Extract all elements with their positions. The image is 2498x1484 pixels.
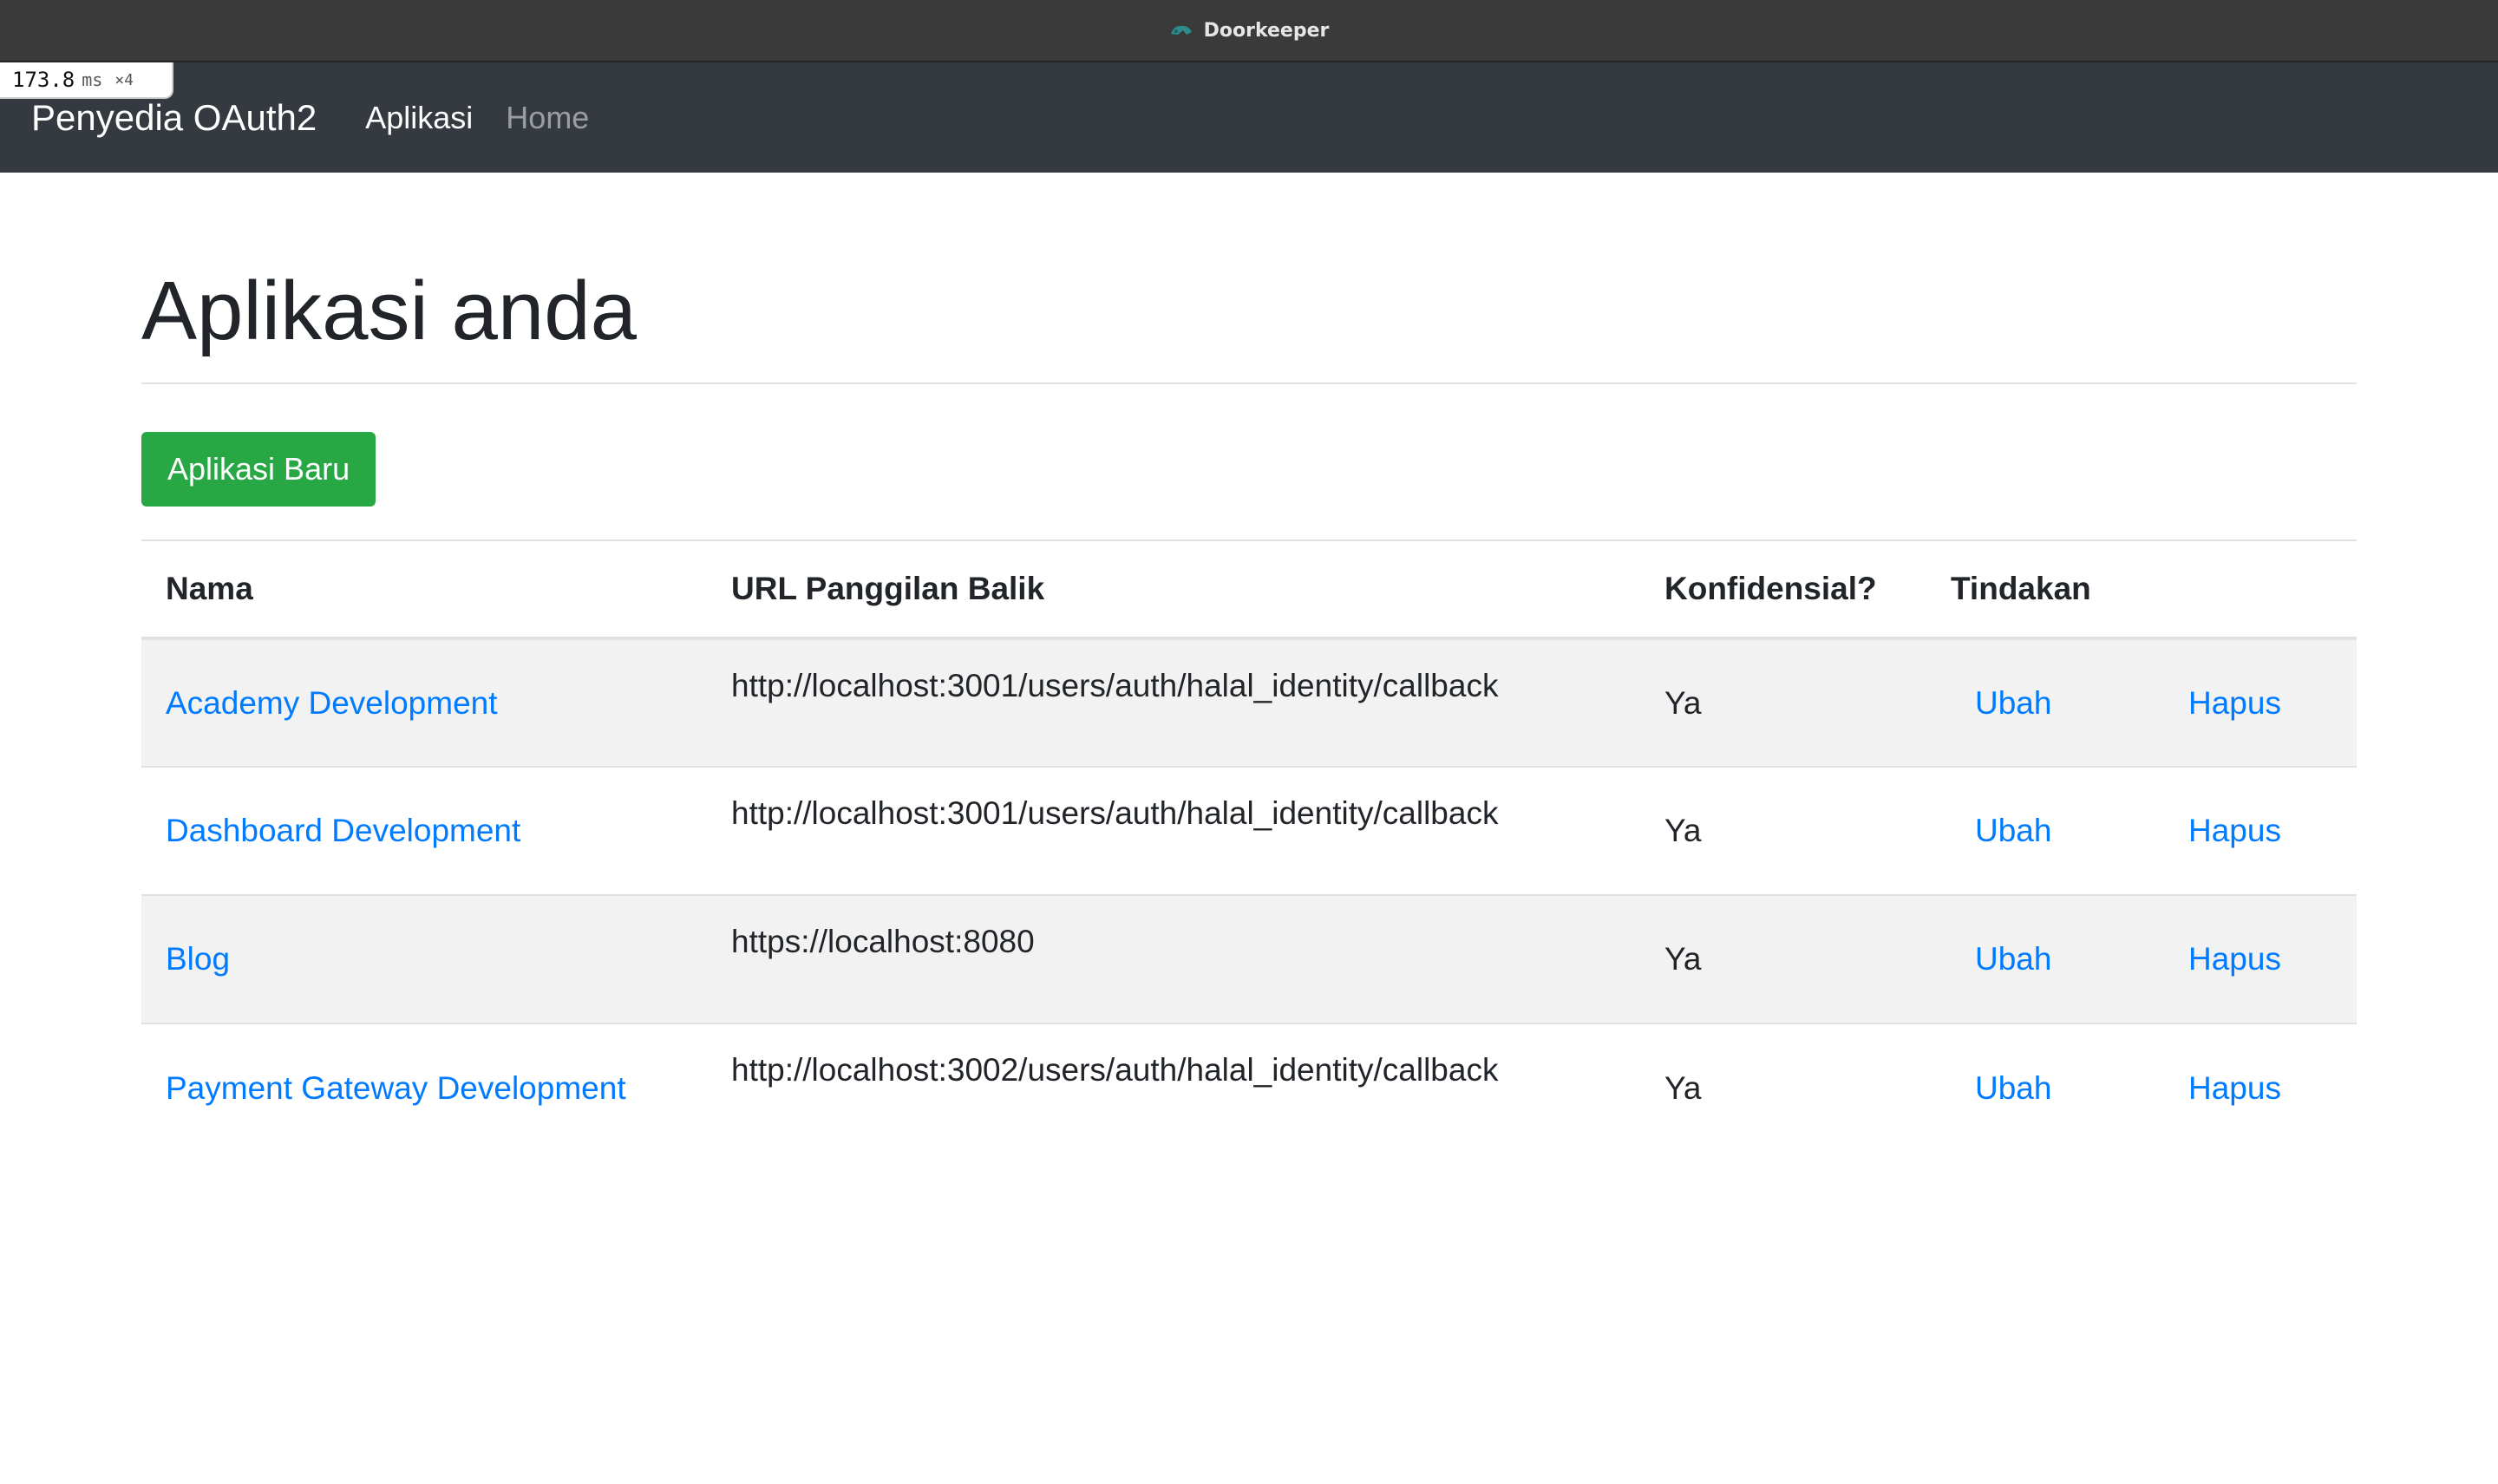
main-container: Aplikasi anda Aplikasi Baru Nama URL Pan…	[141, 173, 2357, 1152]
window-title-group: Doorkeeper	[1169, 19, 1330, 42]
actions-cell: Ubah Hapus	[1926, 894, 2357, 1023]
profiler-badge[interactable]: 173.8 ms ×4	[0, 62, 173, 99]
app-name-link[interactable]: Academy Development	[166, 685, 498, 721]
top-navbar: Penyedia OAuth2 Aplikasi Home	[0, 62, 2498, 173]
delete-link[interactable]: Hapus	[2188, 813, 2281, 849]
applications-table: Nama URL Panggilan Balik Konfidensial? T…	[141, 539, 2357, 1152]
table-header-row: Nama URL Panggilan Balik Konfidensial? T…	[141, 539, 2357, 640]
app-name-cell: Blog	[141, 894, 707, 1023]
callback-url-cell: http://localhost:3002/users/auth/halal_i…	[707, 1023, 1640, 1152]
confidential-cell: Ya	[1640, 766, 1926, 895]
callback-url-cell: https://localhost:8080	[707, 894, 1640, 1023]
delete-link[interactable]: Hapus	[2188, 1070, 2281, 1107]
actions-cell: Ubah Hapus	[1926, 638, 2357, 767]
confidential-cell: Ya	[1664, 684, 1702, 721]
doorkeeper-logo-icon	[1169, 23, 1193, 37]
table-row: Academy Development http://localhost:300…	[141, 638, 2357, 767]
navbar-brand[interactable]: Penyedia OAuth2	[31, 97, 317, 139]
table-row: Payment Gateway Development http://local…	[141, 1023, 2357, 1152]
profiler-count: ×4	[114, 70, 134, 89]
window-titlebar: Doorkeeper	[0, 0, 2498, 62]
edit-link[interactable]: Ubah	[1975, 941, 2188, 977]
delete-link[interactable]: Hapus	[2188, 685, 2281, 722]
new-application-button[interactable]: Aplikasi Baru	[141, 432, 376, 507]
window-title: Doorkeeper	[1203, 19, 1330, 42]
app-name-link[interactable]: Payment Gateway Development	[166, 1070, 626, 1106]
header-callback-url: URL Panggilan Balik	[707, 539, 1640, 640]
callback-url-cell: http://localhost:3001/users/auth/halal_i…	[707, 766, 1640, 895]
header-confidential: Konfidensial?	[1640, 539, 1926, 640]
table-row: Blog https://localhost:8080 Ya Ubah Hapu…	[141, 894, 2357, 1023]
actions-cell: Ubah Hapus	[1926, 766, 2357, 895]
confidential-cell: Ya	[1640, 894, 1926, 1023]
app-name-cell: Dashboard Development	[141, 766, 707, 895]
delete-link[interactable]: Hapus	[2188, 941, 2281, 977]
actions-cell: Ubah Hapus	[1926, 1023, 2357, 1152]
callback-url-cell: http://localhost:3001/users/auth/halal_i…	[731, 668, 1499, 703]
edit-link[interactable]: Ubah	[1975, 1070, 2188, 1107]
header-actions: Tindakan	[1926, 539, 2357, 640]
table-row: Dashboard Development http://localhost:3…	[141, 766, 2357, 895]
app-name-link[interactable]: Dashboard Development	[166, 813, 520, 848]
profiler-time: 173.8	[12, 68, 75, 92]
app-name-cell: Payment Gateway Development	[141, 1023, 707, 1152]
edit-link[interactable]: Ubah	[1975, 813, 2188, 849]
app-name-cell: Academy Development	[141, 638, 707, 767]
app-name-link[interactable]: Blog	[166, 941, 230, 977]
edit-link[interactable]: Ubah	[1975, 685, 2188, 722]
nav-link-aplikasi[interactable]: Aplikasi	[365, 100, 473, 136]
nav-link-home[interactable]: Home	[506, 100, 589, 136]
title-divider	[141, 382, 2357, 384]
profiler-unit: ms	[82, 69, 103, 90]
header-name: Nama	[141, 539, 707, 640]
confidential-cell: Ya	[1640, 1023, 1926, 1152]
page-title: Aplikasi anda	[141, 265, 638, 357]
